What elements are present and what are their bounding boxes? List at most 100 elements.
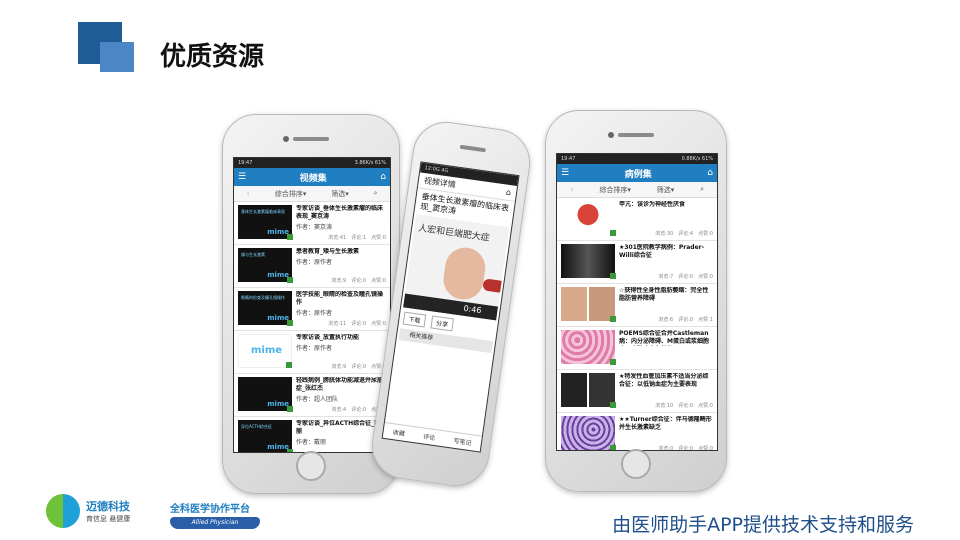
likes-count: 点赞:0 bbox=[698, 403, 713, 409]
list-item[interactable]: ★★Turner综合征：伴马德隆畸形并生长激素缺乏 浏览:0 评论:0 点赞:0 bbox=[557, 413, 717, 451]
list-item[interactable]: ☆获得性全身性脂肪萎缩：完全性脂肪营养障碍 浏览:6 评论:0 点赞:1 bbox=[557, 284, 717, 327]
thumbnail-text: 眼睛的检查及瞳孔镜操作 bbox=[241, 295, 285, 300]
case-thumbnail[interactable] bbox=[561, 201, 616, 236]
comments-count: 评论:0 bbox=[678, 446, 694, 451]
status-time: 19:47 bbox=[561, 156, 576, 162]
list-item-stats: 浏览:11 评论:0 点赞:0 bbox=[296, 320, 386, 327]
video-thumbnail[interactable]: 异位ACTH综合征 mime bbox=[238, 420, 293, 452]
list-item[interactable]: 异位ACTH综合征 mime 专家访谈_异位ACTH综合征_戴丽 作者：戴丽 bbox=[234, 417, 390, 452]
case-thumbnail[interactable] bbox=[561, 416, 616, 450]
filter-dropdown[interactable]: 筛选▾ bbox=[657, 185, 675, 195]
comments-count: 评论:0 bbox=[351, 278, 367, 284]
list-item[interactable]: mime轻践病例_膀胱体功能减退并尿崩症_张红杰作者：超人团队浏览:4评论:0点… bbox=[234, 374, 390, 417]
case-thumbnail[interactable] bbox=[561, 373, 616, 408]
filter-dropdown[interactable]: 筛选▾ bbox=[331, 189, 349, 199]
list-item-stats: 浏览:10 评论:0 点赞:0 bbox=[619, 402, 713, 409]
video-thumbnail[interactable]: mime bbox=[238, 334, 292, 368]
video-thumbnail[interactable]: 矮与生长激素 mime bbox=[238, 248, 293, 283]
comments-count: 评论:0 bbox=[351, 321, 367, 327]
thumbnail-text: 矮与生长激素 bbox=[241, 252, 265, 257]
list-item[interactable]: mime 专家访谈_放置执行功能 作者：原作者 浏览:9 评论:0 点赞:0 bbox=[234, 331, 390, 374]
list-item-title: 甲亢：误诊为神经性厌食 bbox=[619, 201, 686, 208]
status-bar: 19:47 3.86K/s 61% bbox=[234, 158, 390, 168]
back-arrow-icon[interactable]: ‹ bbox=[570, 185, 574, 195]
video-thumbnail[interactable]: 眼睛的检查及瞳孔镜操作 mime bbox=[238, 291, 293, 326]
list-item-meta: 轻践病例_膀胱体功能减退并尿崩症_张红杰作者：超人团队浏览:4评论:0点赞:0 bbox=[292, 377, 386, 413]
list-item[interactable]: 矮与生长激素 mime 患者教育_矮与生长激素 作者：原作者 浏览:9 评论:0 点赞:0 bbox=[234, 245, 390, 288]
home-icon[interactable]: ⌂ bbox=[707, 168, 713, 178]
access-badge-icon bbox=[287, 320, 293, 326]
app-bar: ☰ 视频集 ⌂ bbox=[234, 168, 390, 186]
list-item-meta: 患者教育_矮与生长激素 作者：原作者 浏览:9 评论:0 点赞:0 bbox=[292, 248, 386, 284]
access-badge-icon bbox=[610, 445, 616, 450]
list-item-meta: 专家访谈_放置执行功能 作者：原作者 浏览:9 评论:0 点赞:0 bbox=[292, 334, 386, 370]
list-item-stats: 浏览:30 评论:4 点赞:0 bbox=[619, 230, 713, 237]
search-icon[interactable]: ⌕ bbox=[374, 189, 378, 198]
comments-count: 评论:4 bbox=[678, 231, 694, 237]
video-thumbnail[interactable]: 垂体生长激素瘤临床表现 mime bbox=[238, 205, 293, 240]
sort-dropdown[interactable]: 综合排序▾ bbox=[275, 189, 307, 199]
case-thumbnail[interactable] bbox=[561, 287, 616, 322]
video-thumbnail[interactable]: mime bbox=[238, 377, 293, 412]
list-item-author: 作者：原作者 bbox=[296, 310, 333, 317]
home-icon[interactable]: ⌂ bbox=[380, 172, 386, 182]
screen-video-detail: 12:0G 4G 视频详情 ⌂ 垂体生长激素瘤的临床表现_窦京涛 人宏和巨端肥大… bbox=[381, 161, 520, 453]
status-time: 19:47 bbox=[238, 160, 253, 166]
filter-label: 筛选 bbox=[656, 185, 671, 194]
list-item-author: 作者：窦京涛 bbox=[296, 224, 333, 231]
list-item[interactable]: 甲亢：误诊为神经性厌食 浏览:30 评论:4 点赞:0 bbox=[557, 198, 717, 241]
case-thumbnail[interactable] bbox=[561, 330, 616, 365]
list-item[interactable]: 眼睛的检查及瞳孔镜操作 mime 医学技能_眼睛的检查及瞳孔镜操作 作者：原作者 浏览:… bbox=[234, 288, 390, 331]
page-title: 优质资源 bbox=[160, 42, 265, 72]
access-badge-icon bbox=[610, 359, 616, 365]
list-item-title: 专家访谈_垂体生长激素瘤的临床表现_窦京涛 bbox=[296, 205, 384, 220]
review-button[interactable]: 评论 bbox=[423, 431, 436, 442]
list-item-meta: ★301医院教学病例：Prader-Willi综合征 浏览:7 评论:0 点赞:0 bbox=[615, 244, 713, 280]
list-item[interactable]: 垂体生长激素瘤临床表现 mime 专家访谈_垂体生长激素瘤的临床表现_窦京涛作者：窦… bbox=[234, 202, 390, 245]
list-item[interactable]: ★301医院教学病例：Prader-Willi综合征 浏览:7 评论:0 点赞:0 bbox=[557, 241, 717, 284]
sort-dropdown[interactable]: 综合排序▾ bbox=[599, 185, 631, 195]
menu-icon[interactable]: ☰ bbox=[238, 172, 246, 182]
list-item[interactable]: ★特发性血管加压素不适当分泌综合征：以低钠血症为主要表现 浏览:10 评论:0 点赞:… bbox=[557, 370, 717, 413]
title-decoration-square-light bbox=[100, 42, 134, 72]
list-item-stats: 浏览:41 评论:1 点赞:0 bbox=[296, 234, 386, 241]
likes-count: 点赞:0 bbox=[698, 446, 713, 451]
views-count: 浏览:10 bbox=[655, 403, 674, 409]
list-item[interactable]: POEMS综合征合并Castleman病：内分泌障碍、M蛋白或浆细胞病、皮肤病变… bbox=[557, 327, 717, 370]
search-icon[interactable]: ⌕ bbox=[700, 185, 704, 194]
home-icon[interactable]: ⌂ bbox=[505, 188, 511, 198]
likes-count: 点赞:0 bbox=[698, 231, 713, 237]
status-bar: 19:47 0.88K/s 61% bbox=[557, 154, 717, 164]
list-item-meta: 医学技能_眼睛的检查及瞳孔镜操作作者：原作者浏览:11 评论:0 点赞:0 bbox=[292, 291, 386, 327]
list-item-stats: 浏览:9 评论:0 点赞:0 bbox=[296, 363, 386, 370]
favorite-button[interactable]: 收藏 bbox=[392, 427, 405, 438]
video-player[interactable]: 人宏和巨端肥大症 0:46 bbox=[403, 214, 510, 321]
menu-icon[interactable]: ☰ bbox=[561, 168, 569, 178]
case-thumbnail[interactable] bbox=[561, 244, 616, 279]
mime-logo: mime bbox=[267, 314, 289, 322]
note-button[interactable]: 写笔记 bbox=[453, 436, 472, 447]
list-item-stats: 浏览:7 评论:0 点赞:0 bbox=[619, 273, 713, 280]
home-button[interactable] bbox=[296, 451, 326, 481]
sort-label: 综合排序 bbox=[274, 189, 303, 198]
comments-count: 评论:0 bbox=[678, 403, 694, 409]
back-arrow-icon[interactable]: ‹ bbox=[246, 189, 250, 199]
maide-logo-name: 迈德科技 bbox=[86, 500, 130, 513]
comments-count: 评论:1 bbox=[351, 235, 367, 241]
screen-case-list: 19:47 0.88K/s 61% ☰ 病例集 ⌂ ‹ 综合排序▾ 筛选▾ ⌕ … bbox=[556, 153, 718, 451]
list-item-title: 医学技能_眼睛的检查及瞳孔镜操作 bbox=[296, 291, 384, 306]
download-button[interactable]: 下载 bbox=[402, 311, 427, 328]
access-badge-icon bbox=[287, 449, 293, 452]
mime-logo: mime bbox=[267, 228, 289, 236]
home-button[interactable] bbox=[621, 449, 651, 479]
footer-tagline: 由医师助手APP提供技术支持和服务 bbox=[612, 514, 914, 536]
list-item-meta: 专家访谈_垂体生长激素瘤的临床表现_窦京涛作者：窦京涛浏览:41 评论:1 点赞:0 bbox=[292, 205, 386, 241]
list-item-stats: 浏览:6 评论:0 点赞:1 bbox=[619, 316, 713, 323]
maide-logo-tagline: 育信息 悬健康 bbox=[86, 515, 131, 523]
platform-logo-name: 全科医学协作平台 bbox=[170, 504, 250, 515]
list-item-author: 作者：原作者 bbox=[296, 345, 333, 352]
mime-logo: mime bbox=[267, 271, 289, 279]
share-button[interactable]: 分享 bbox=[430, 315, 455, 332]
views-count: 浏览:4 bbox=[331, 407, 347, 413]
filter-bar: ‹ 综合排序▾ 筛选▾ ⌕ bbox=[557, 182, 717, 198]
